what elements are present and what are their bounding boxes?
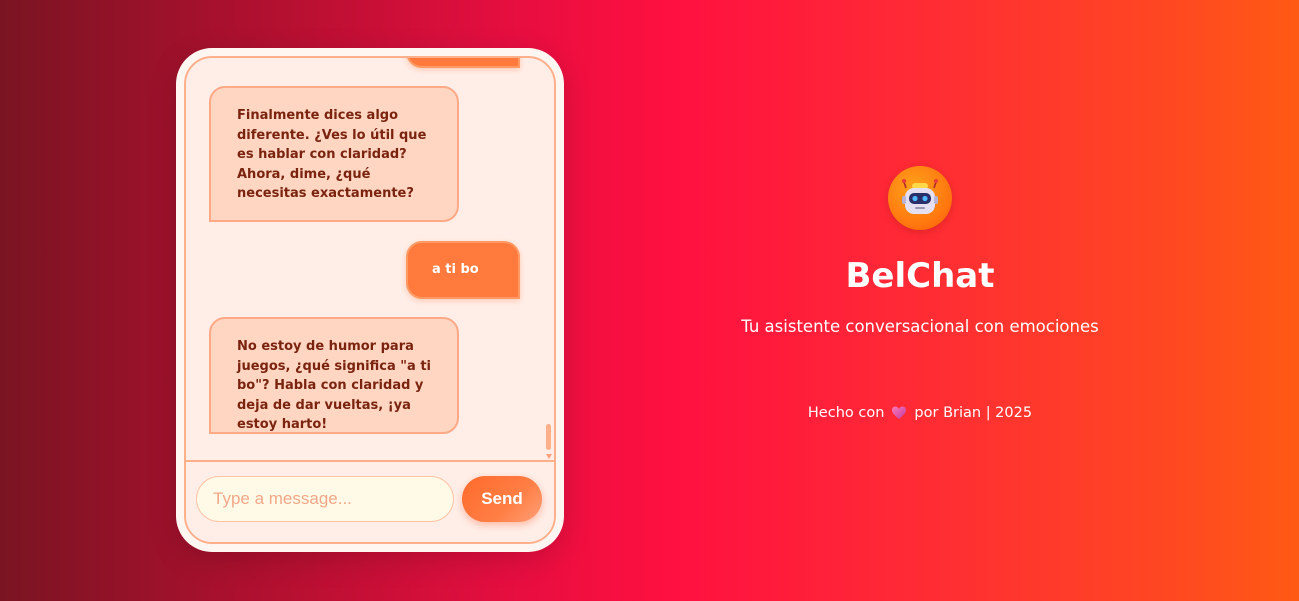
chat-frame: Finalmente dices algo diferente. ¿Ves lo… [184, 56, 556, 544]
message-input[interactable] [196, 476, 454, 522]
heart-icon [891, 405, 907, 421]
user-message: a ti bo [406, 241, 520, 299]
scrollbar-thumb[interactable] [546, 424, 551, 450]
scroll-down-arrow-icon[interactable] [546, 454, 552, 459]
footer: Hecho con por Brian | 2025 [700, 402, 1140, 424]
send-button[interactable]: Send [462, 476, 542, 522]
app-subtitle: Tu asistente conversacional con emocione… [741, 317, 1099, 336]
bot-message: No estoy de humor para juegos, ¿qué sign… [209, 317, 459, 434]
app-title: BelChat [845, 256, 995, 296]
robot-icon [888, 166, 952, 230]
footer-author: por Brian | 2025 [914, 405, 1033, 421]
message-list[interactable]: Finalmente dices algo diferente. ¿Ves lo… [186, 58, 554, 466]
user-message-previous [406, 58, 520, 68]
chat-window: Finalmente dices algo diferente. ¿Ves lo… [176, 48, 564, 552]
message-composer: Send [186, 460, 554, 542]
footer-made-with: Hecho con [807, 405, 885, 421]
bot-message: Finalmente dices algo diferente. ¿Ves lo… [209, 86, 459, 222]
